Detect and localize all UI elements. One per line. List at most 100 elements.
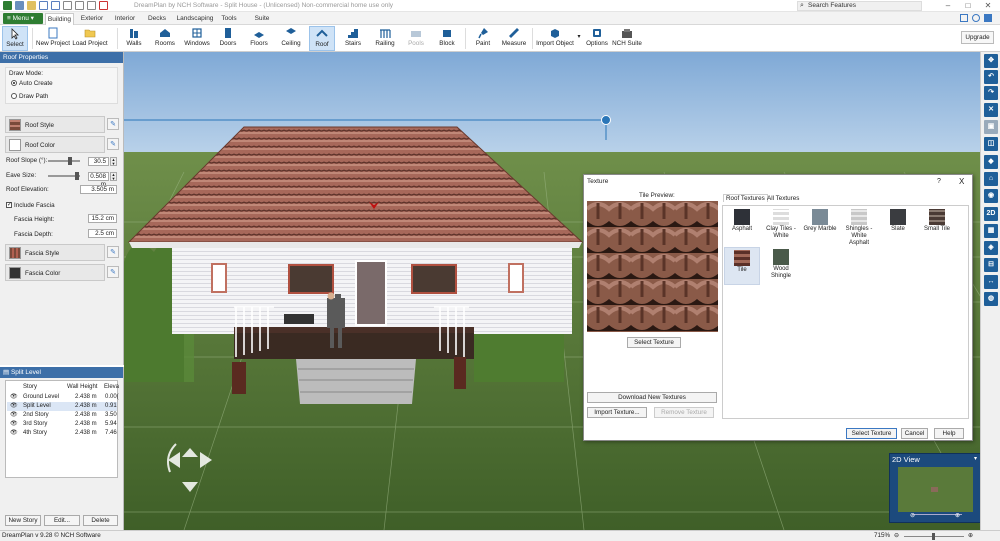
grid-icon[interactable]: ▦ xyxy=(984,224,998,238)
delete-x-icon[interactable]: ✕ xyxy=(984,103,998,117)
rooms-button[interactable]: Rooms xyxy=(151,26,179,51)
zoom-slider-thumb[interactable] xyxy=(932,533,935,540)
split-icon[interactable]: ⊟ xyxy=(984,258,998,272)
texture-item[interactable]: Slate xyxy=(880,207,916,245)
texture-item-selected[interactable]: Tile xyxy=(724,247,760,285)
view-3d-icon[interactable]: ◆ xyxy=(984,155,998,169)
new-project-button[interactable]: New Project xyxy=(36,26,70,51)
include-fascia-checkbox[interactable]: ✓ Include Fascia xyxy=(6,202,55,209)
walls-button[interactable]: Walls xyxy=(121,26,147,51)
help-circle-icon[interactable]: ◍ xyxy=(984,292,998,306)
eave-size-spinner-icon[interactable]: ▲ ▼ xyxy=(110,172,117,181)
story-row[interactable]: 👁 Ground Level 2.438 m 0.00( xyxy=(7,393,119,402)
edit-story-button[interactable]: Edit... xyxy=(44,515,80,526)
fascia-height-field[interactable]: 15.2 cm xyxy=(88,214,117,223)
fascia-color-eyedropper-icon[interactable]: ✎ xyxy=(107,266,119,278)
select-tool[interactable]: Select xyxy=(2,26,28,51)
auto-create-radio[interactable]: Auto Create xyxy=(11,80,53,87)
roof-elevation-field[interactable]: 3.505 m xyxy=(80,185,117,194)
upgrade-button[interactable]: Upgrade xyxy=(961,31,994,44)
visibility-eye-icon[interactable]: 👁 xyxy=(10,429,18,438)
tab-all-textures[interactable]: All Textures xyxy=(767,195,799,202)
tab-building[interactable]: Building xyxy=(45,13,74,25)
eave-size-field[interactable]: 0.508 m xyxy=(88,172,109,188)
draw-path-radio[interactable]: Draw Path xyxy=(11,93,48,100)
new-story-button[interactable]: New Story xyxy=(5,515,41,526)
fascia-style-eyedropper-icon[interactable]: ✎ xyxy=(107,246,119,258)
dialog-help-icon[interactable]: ? xyxy=(937,178,941,185)
roof-style-eyedropper-icon[interactable]: ✎ xyxy=(107,118,119,130)
maximize-icon[interactable]: □ xyxy=(958,0,978,12)
house-icon[interactable]: ⌂ xyxy=(984,172,998,186)
railing-button[interactable]: Railing xyxy=(371,26,399,51)
delete-story-button[interactable]: Delete xyxy=(83,515,118,526)
tab-suite[interactable]: Suite xyxy=(251,13,273,25)
options-button[interactable]: Options xyxy=(584,26,610,51)
collapse-chevron-icon[interactable]: ▾ xyxy=(974,455,977,462)
measure-icon[interactable]: ↔ xyxy=(984,275,998,289)
visibility-eye-icon[interactable]: 👁 xyxy=(10,411,18,420)
block-button[interactable]: Block xyxy=(434,26,460,51)
paste-icon[interactable] xyxy=(87,1,96,10)
rotate-left-icon[interactable]: ↶ xyxy=(984,70,998,84)
rotate-right-icon[interactable]: ↷ xyxy=(984,86,998,100)
texture-item[interactable]: Shingles - White Asphalt xyxy=(841,207,877,246)
zoom-in-icon[interactable]: ⊕ xyxy=(968,531,973,541)
layers-icon[interactable]: ◫ xyxy=(984,137,998,151)
delete-icon[interactable] xyxy=(99,1,108,10)
eave-size-slider-thumb[interactable] xyxy=(74,172,79,180)
copy-icon[interactable] xyxy=(75,1,84,10)
fascia-style-button[interactable]: Fascia Style xyxy=(5,244,105,261)
visibility-eye-icon[interactable]: 👁 xyxy=(10,420,18,429)
texture-item[interactable]: Grey Marble xyxy=(802,207,838,245)
download-new-textures-button[interactable]: Download New Textures xyxy=(587,392,717,403)
close-icon[interactable]: ✕ xyxy=(978,0,998,12)
paint-button[interactable]: Paint xyxy=(470,26,496,51)
visibility-eye-icon[interactable]: 👁 xyxy=(10,393,18,402)
2d-view-map[interactable] xyxy=(898,467,973,512)
zoom-out-icon[interactable]: ⊖ xyxy=(910,512,915,519)
roof-button[interactable]: Roof xyxy=(309,26,335,51)
import-dropdown-chevron-icon[interactable]: ▾ xyxy=(576,26,582,51)
help-button[interactable]: Help xyxy=(934,428,964,439)
texture-item[interactable]: Asphalt xyxy=(724,207,760,245)
tab-exterior[interactable]: Exterior xyxy=(76,13,108,25)
roof-slope-spinner-icon[interactable]: ▲ ▼ xyxy=(110,157,117,166)
zoom-in-icon[interactable]: ⊕ xyxy=(955,512,960,519)
story-row[interactable]: 👁 4th Story 2.438 m 7.46 xyxy=(7,429,117,438)
tab-landscaping[interactable]: Landscaping xyxy=(173,13,217,25)
tag-icon[interactable]: ◈ xyxy=(984,241,998,255)
texture-item[interactable]: Wood Shingle xyxy=(763,247,799,285)
pools-button[interactable]: Pools xyxy=(404,26,428,51)
save-icon[interactable] xyxy=(15,1,24,10)
roof-style-button[interactable]: Roof Style xyxy=(5,116,105,133)
floors-button[interactable]: Floors xyxy=(246,26,272,51)
menu-button[interactable]: ≡ Menu ▾ xyxy=(3,13,43,24)
story-row[interactable]: 👁 Split Level 2.438 m 0.91 xyxy=(7,402,117,411)
remove-texture-button[interactable]: Remove Texture xyxy=(654,407,714,418)
texture-item[interactable]: Clay Tiles - White xyxy=(763,207,799,245)
roof-color-button[interactable]: Roof Color xyxy=(5,136,105,153)
roof-selection-handle[interactable] xyxy=(601,115,611,125)
eave-size-slider[interactable] xyxy=(48,172,80,180)
copy-doc-icon[interactable]: ▣ xyxy=(984,120,998,134)
import-object-button[interactable]: Import Object xyxy=(535,26,575,51)
settings-icon[interactable] xyxy=(984,14,992,22)
zoom-out-icon[interactable]: ⊖ xyxy=(894,531,899,541)
tab-tools[interactable]: Tools xyxy=(218,13,240,25)
roof-slope-field[interactable]: 30.5 xyxy=(88,157,109,166)
cancel-button[interactable]: Cancel xyxy=(901,428,928,439)
cut-icon[interactable] xyxy=(63,1,72,10)
story-row[interactable]: 👁 3rd Story 2.438 m 5.94 xyxy=(7,420,117,429)
zoom-slider[interactable] xyxy=(904,533,964,540)
nch-suite-button[interactable]: NCH Suite xyxy=(612,26,642,51)
texture-item[interactable]: Small Tile xyxy=(919,207,955,245)
measure-button[interactable]: Measure xyxy=(500,26,528,51)
tab-decks[interactable]: Decks xyxy=(143,13,171,25)
roof-color-eyedropper-icon[interactable]: ✎ xyxy=(107,138,119,150)
import-texture-button[interactable]: Import Texture... xyxy=(587,407,647,418)
redo-icon[interactable] xyxy=(51,1,60,10)
open-icon[interactable] xyxy=(27,1,36,10)
load-project-button[interactable]: Load Project xyxy=(72,26,108,51)
fascia-depth-field[interactable]: 2.5 cm xyxy=(88,229,117,238)
